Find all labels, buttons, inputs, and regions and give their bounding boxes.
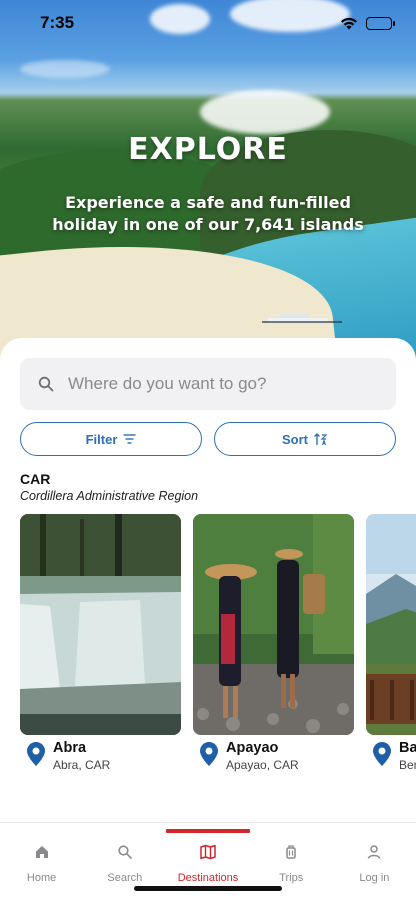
cloud: [20, 60, 110, 78]
nav-label-login: Log in: [359, 872, 390, 884]
nav-item-search[interactable]: Search: [83, 836, 166, 892]
status-icons: [340, 16, 395, 30]
nav-divider: [0, 822, 416, 823]
card-meta: Apayao Apayao, CAR: [193, 740, 354, 772]
destination-card[interactable]: Ba Ben: [366, 514, 416, 772]
search-bar[interactable]: [20, 358, 396, 410]
nav-active-indicator: [166, 829, 250, 833]
status-time: 7:35: [40, 13, 75, 32]
nav-item-destinations[interactable]: Destinations: [166, 836, 249, 892]
nav-item-home[interactable]: Home: [0, 836, 83, 892]
filter-label: Filter: [85, 431, 118, 447]
card-subtitle: Ben: [399, 758, 416, 772]
hero-subtitle: Experience a safe and fun-filled holiday…: [52, 193, 364, 234]
card-title: Apayao: [226, 740, 279, 756]
search-icon: [38, 376, 54, 392]
card-subtitle: Abra, CAR: [53, 758, 111, 772]
region-name: Cordillera Administrative Region: [20, 489, 199, 503]
destination-image: [20, 514, 181, 735]
luggage-icon: [286, 845, 296, 859]
status-bar: 7:35: [0, 0, 416, 46]
card-meta: Abra Abra, CAR: [20, 740, 181, 772]
region-code: CAR: [20, 471, 51, 487]
nav-label-home: Home: [26, 872, 57, 884]
destination-image: [193, 514, 354, 735]
map-icon: [200, 844, 216, 860]
card-subtitle: Apayao, CAR: [226, 758, 299, 772]
location-pin-icon: [373, 742, 391, 766]
nav-label-destinations: Destinations: [177, 872, 239, 884]
card-meta: Ba Ben: [366, 740, 416, 772]
filter-icon: [123, 434, 136, 444]
home-indicator: [134, 886, 282, 891]
filter-sort-row: Filter Sort: [20, 422, 396, 456]
cloud: [200, 90, 330, 134]
search-input[interactable]: [68, 374, 358, 394]
hero-banner: 7:35 EXPLORE Experience a safe and fun-f…: [0, 0, 416, 372]
battery-icon: [366, 16, 395, 30]
location-pin-icon: [27, 742, 45, 766]
destination-carousel[interactable]: Abra Abra, CAR Apayao Apayao, CAR Ba Be: [20, 514, 416, 774]
destination-image: [366, 514, 416, 735]
nav-item-login[interactable]: Log in: [333, 836, 416, 892]
destination-card[interactable]: Abra Abra, CAR: [20, 514, 181, 772]
wifi-icon: [341, 17, 357, 29]
card-title: Abra: [53, 740, 87, 756]
nav-label-trips: Trips: [279, 872, 304, 884]
hero-title: EXPLORE: [128, 132, 288, 167]
bottom-nav: Home Search Destinations Trips Log in: [0, 836, 416, 892]
person-icon: [368, 845, 381, 859]
sort-button[interactable]: Sort: [214, 422, 396, 456]
nav-label-search: Search: [107, 872, 143, 884]
boat-image: [262, 314, 342, 323]
region-header: CAR Cordillera Administrative Region: [20, 471, 198, 503]
nav-item-trips[interactable]: Trips: [250, 836, 333, 892]
destination-card[interactable]: Apayao Apayao, CAR: [193, 514, 354, 772]
filter-button[interactable]: Filter: [20, 422, 202, 456]
sort-label: Sort: [282, 431, 308, 447]
search-icon: [118, 845, 132, 859]
sort-icon: [314, 432, 328, 445]
content-sheet: Filter Sort CAR Cordillera Administrativ…: [0, 338, 416, 900]
location-pin-icon: [200, 742, 218, 766]
home-icon: [35, 846, 48, 858]
card-title: Ba: [399, 740, 416, 756]
